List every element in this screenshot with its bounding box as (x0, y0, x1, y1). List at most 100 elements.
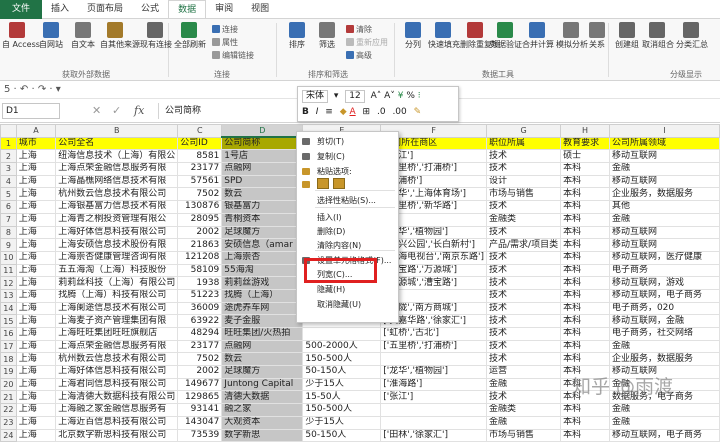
cell[interactable]: 500-2000人 (302, 339, 382, 354)
cell[interactable]: 市场与销售 (486, 187, 562, 202)
from-text-button[interactable]: 自文本 (68, 22, 98, 50)
cell[interactable]: 15-50人 (302, 390, 382, 405)
cell[interactable]: 上海崇杏健康管理咨询有限 (55, 250, 179, 265)
cell[interactable]: 移动互联网 (608, 238, 720, 252)
cell[interactable]: 少于15人 (302, 415, 382, 430)
cell[interactable]: 上海银基富力信息技术有限 (55, 200, 179, 214)
cell[interactable]: 本科 (560, 403, 610, 417)
column-header-G[interactable]: G (486, 124, 562, 138)
cell[interactable]: 杭州数云信息技术有限公司 (55, 352, 179, 367)
cell[interactable]: ['虹桥','古北'] (380, 327, 488, 341)
shrink-font-icon[interactable]: A˅ (384, 91, 395, 101)
clear-button[interactable]: 清除 (346, 24, 372, 35)
cell[interactable]: 本科 (560, 428, 610, 442)
cell[interactable]: 149677 (177, 377, 223, 392)
cell[interactable]: 本科 (560, 212, 610, 227)
row-header[interactable]: 24 (0, 428, 17, 442)
cell[interactable]: ['田林','徐家汇'] (380, 428, 488, 442)
cell[interactable]: 数云 (221, 187, 304, 202)
row-header[interactable]: 10 (0, 250, 17, 265)
row-header[interactable]: 12 (0, 276, 17, 290)
cell[interactable]: 上海 (15, 149, 57, 164)
relationships-button[interactable]: 关系 (582, 22, 612, 50)
cell[interactable]: 上海 (15, 212, 57, 227)
cell[interactable]: 找腾（上海） (221, 288, 304, 303)
cell[interactable]: 技术 (486, 301, 562, 316)
cell[interactable]: 28095 (177, 212, 223, 227)
menu-item-cut[interactable]: 剪切(T) (297, 135, 398, 148)
from-other-button[interactable]: 自其他来源 (100, 22, 140, 50)
tab-3[interactable]: 公式 (132, 0, 168, 19)
font-color-icon[interactable]: A (350, 107, 356, 117)
column-header-B[interactable]: B (55, 124, 179, 138)
cell[interactable]: 足球魔方 (221, 225, 304, 240)
cell[interactable]: 其他 (608, 200, 720, 214)
advanced-button[interactable]: 高级 (346, 50, 372, 61)
cell[interactable]: 2002 (177, 365, 223, 379)
cell[interactable]: 移动互联网 (608, 149, 720, 164)
percent-style-icon[interactable]: % (406, 91, 415, 101)
cell[interactable] (302, 327, 382, 341)
cell[interactable]: 移动互联网，医疗健康 (608, 250, 720, 265)
menu-item-unhide[interactable]: 取消隐藏(U) (297, 298, 398, 311)
cell[interactable]: 本科 (560, 339, 610, 354)
row-header[interactable]: 14 (0, 301, 17, 316)
cell[interactable]: 上海点荣金融信息服务有限 (55, 339, 179, 354)
cell[interactable]: 上海融之家金融信息服务有 (55, 403, 179, 417)
row-header[interactable]: 3 (0, 162, 17, 176)
group-button[interactable]: 创建组 (612, 22, 642, 50)
cell[interactable]: 本科 (560, 301, 610, 316)
properties-link[interactable]: 属性 (212, 37, 238, 48)
cell[interactable]: 129865 (177, 390, 223, 405)
subtotal-button[interactable]: 分类汇总 (676, 22, 708, 50)
row-header[interactable]: 7 (0, 212, 17, 227)
cell[interactable]: 少于15人 (302, 377, 382, 392)
cell[interactable]: 产品/需求/项目类 (486, 238, 562, 252)
column-header-H[interactable]: H (560, 124, 610, 138)
cell[interactable]: 电子商务，020 (608, 301, 720, 316)
cell[interactable]: 金融 (608, 339, 720, 354)
row-header[interactable]: 13 (0, 288, 17, 303)
row-header[interactable]: 8 (0, 225, 17, 240)
cell[interactable]: 2002 (177, 225, 223, 240)
cell[interactable]: 上海 (15, 365, 57, 379)
cell[interactable]: 本科 (560, 352, 610, 367)
cell[interactable]: 本科 (560, 263, 610, 278)
cell[interactable]: 上海安硕信息技术股份有限 (55, 238, 179, 252)
cell[interactable]: 金融 (608, 212, 720, 227)
cell[interactable]: 55海淘 (221, 263, 304, 278)
cell[interactable]: 市场与销售 (486, 428, 562, 442)
cell[interactable]: 本科 (560, 162, 610, 176)
refresh-all-button[interactable]: 全部刷新 (174, 22, 206, 50)
consolidate-button[interactable]: 合并计算 (522, 22, 554, 50)
cell[interactable]: 本科 (560, 415, 610, 430)
cell[interactable]: 本科 (560, 314, 610, 328)
row-header[interactable]: 1 (0, 136, 17, 151)
cell[interactable]: 本科 (560, 225, 610, 240)
column-header-C[interactable]: C (177, 124, 223, 138)
tab-1[interactable]: 插入 (42, 0, 78, 19)
cell[interactable]: 上海青之桐投资管理有限公 (55, 212, 179, 227)
cell[interactable]: 旺旺集团/火热拍 (221, 327, 304, 341)
bold-icon[interactable]: B (302, 107, 309, 117)
cell[interactable]: 本科 (560, 187, 610, 202)
row-header[interactable]: 5 (0, 187, 17, 202)
cell[interactable]: 上海 (15, 377, 57, 392)
cell[interactable]: 运营 (486, 365, 562, 379)
cell[interactable]: 莉莉丝科技（上海）有限公司 (55, 276, 179, 290)
row-header[interactable]: 11 (0, 263, 17, 278)
cell[interactable]: 上海 (15, 339, 57, 354)
name-box[interactable]: D1 (2, 103, 60, 119)
cell[interactable]: 58109 (177, 263, 223, 278)
decrease-decimal-icon[interactable]: .00 (392, 107, 406, 117)
cell[interactable]: 找腾（上海）科技有限公司 (55, 288, 179, 303)
from-access-button[interactable]: 自 Access (2, 22, 40, 50)
paste-option-icon[interactable] (333, 178, 345, 189)
row-header[interactable]: 23 (0, 415, 17, 430)
column-header-I[interactable]: I (608, 124, 720, 138)
cell[interactable]: 足球魔方 (221, 365, 304, 379)
menu-item-paste-options[interactable]: 粘贴选项: (297, 165, 398, 178)
cell[interactable]: 143047 (177, 415, 223, 430)
cell[interactable]: 上海 (15, 352, 57, 367)
cell[interactable]: 技术 (486, 390, 562, 405)
